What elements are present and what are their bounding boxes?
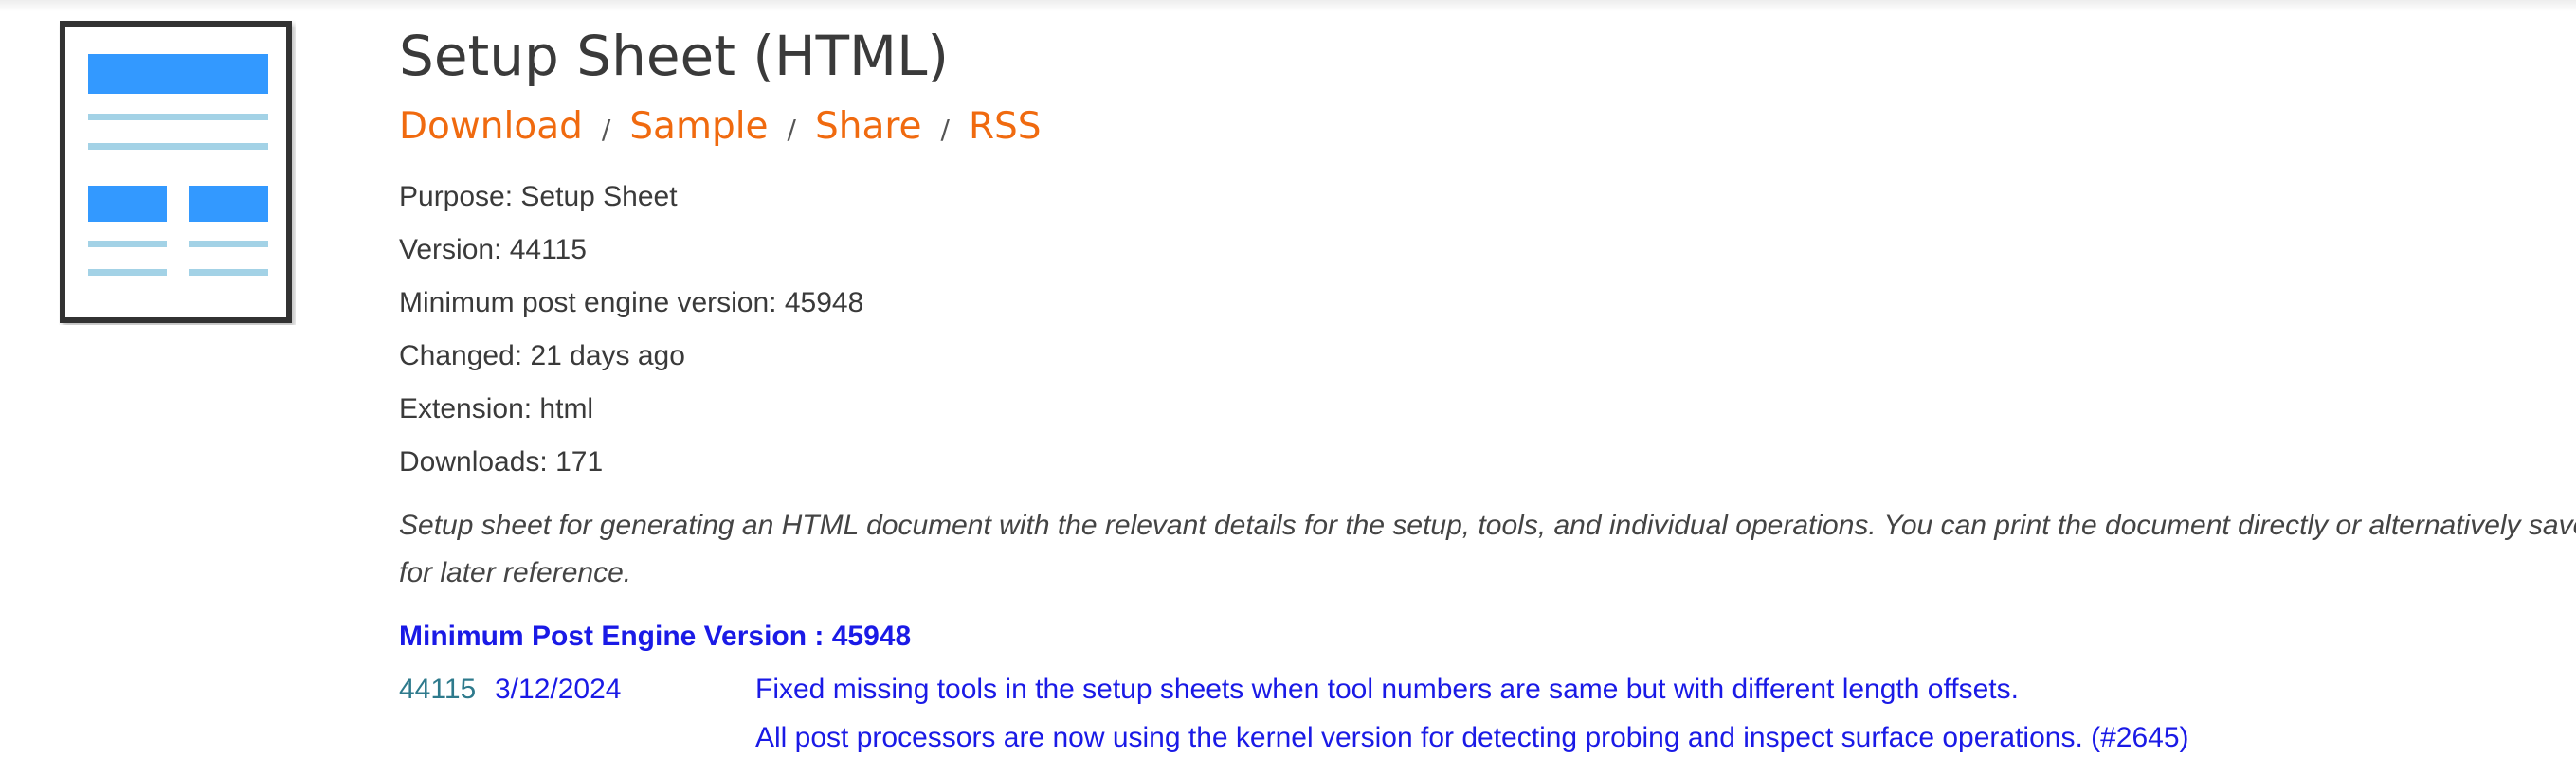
meta-changed: Changed: 21 days ago xyxy=(399,340,685,371)
page-title: Setup Sheet (HTML) xyxy=(399,24,950,88)
changelog: 44115 3/12/2024 Fixed missing tools in t… xyxy=(399,665,2569,762)
action-links: Download / Sample / Share / RSS xyxy=(399,102,2569,150)
top-shadow xyxy=(0,0,2576,11)
description-line: Setup sheet for generating an HTML docum… xyxy=(399,510,2576,541)
separator: / xyxy=(601,113,611,145)
changelog-date: 3/12/2024 xyxy=(495,674,622,705)
rss-link[interactable]: RSS xyxy=(969,105,1042,148)
description: Setup sheet for generating an HTML docum… xyxy=(399,502,2576,597)
min-version-heading: Minimum Post Engine Version : 45948 xyxy=(399,621,912,652)
changelog-entry: All post processors are now using the ke… xyxy=(755,722,2189,753)
share-link[interactable]: Share xyxy=(815,105,922,148)
separator: / xyxy=(787,113,796,145)
description-line: for later reference. xyxy=(399,557,632,588)
changelog-row: 44115 3/12/2024 Fixed missing tools in t… xyxy=(399,665,2569,713)
meta-min-engine-version: Minimum post engine version: 45948 xyxy=(399,287,864,318)
changelog-entry: Fixed missing tools in the setup sheets … xyxy=(755,674,2019,705)
meta-version: Version: 44115 xyxy=(399,234,587,265)
download-link[interactable]: Download xyxy=(399,105,583,148)
meta-purpose: Purpose: Setup Sheet xyxy=(399,181,678,212)
changelog-version-link[interactable]: 44115 xyxy=(399,665,476,713)
post-details: Setup Sheet (HTML) Download / Sample / S… xyxy=(399,23,2576,762)
document-layout-icon xyxy=(59,20,296,325)
sample-link[interactable]: Sample xyxy=(629,105,768,148)
meta-list: Purpose: Setup Sheet Version: 44115 Mini… xyxy=(399,171,2569,489)
changelog-row: All post processors are now using the ke… xyxy=(399,713,2569,762)
meta-extension: Extension: html xyxy=(399,393,594,424)
separator: / xyxy=(940,113,950,145)
meta-downloads: Downloads: 171 xyxy=(399,446,604,478)
